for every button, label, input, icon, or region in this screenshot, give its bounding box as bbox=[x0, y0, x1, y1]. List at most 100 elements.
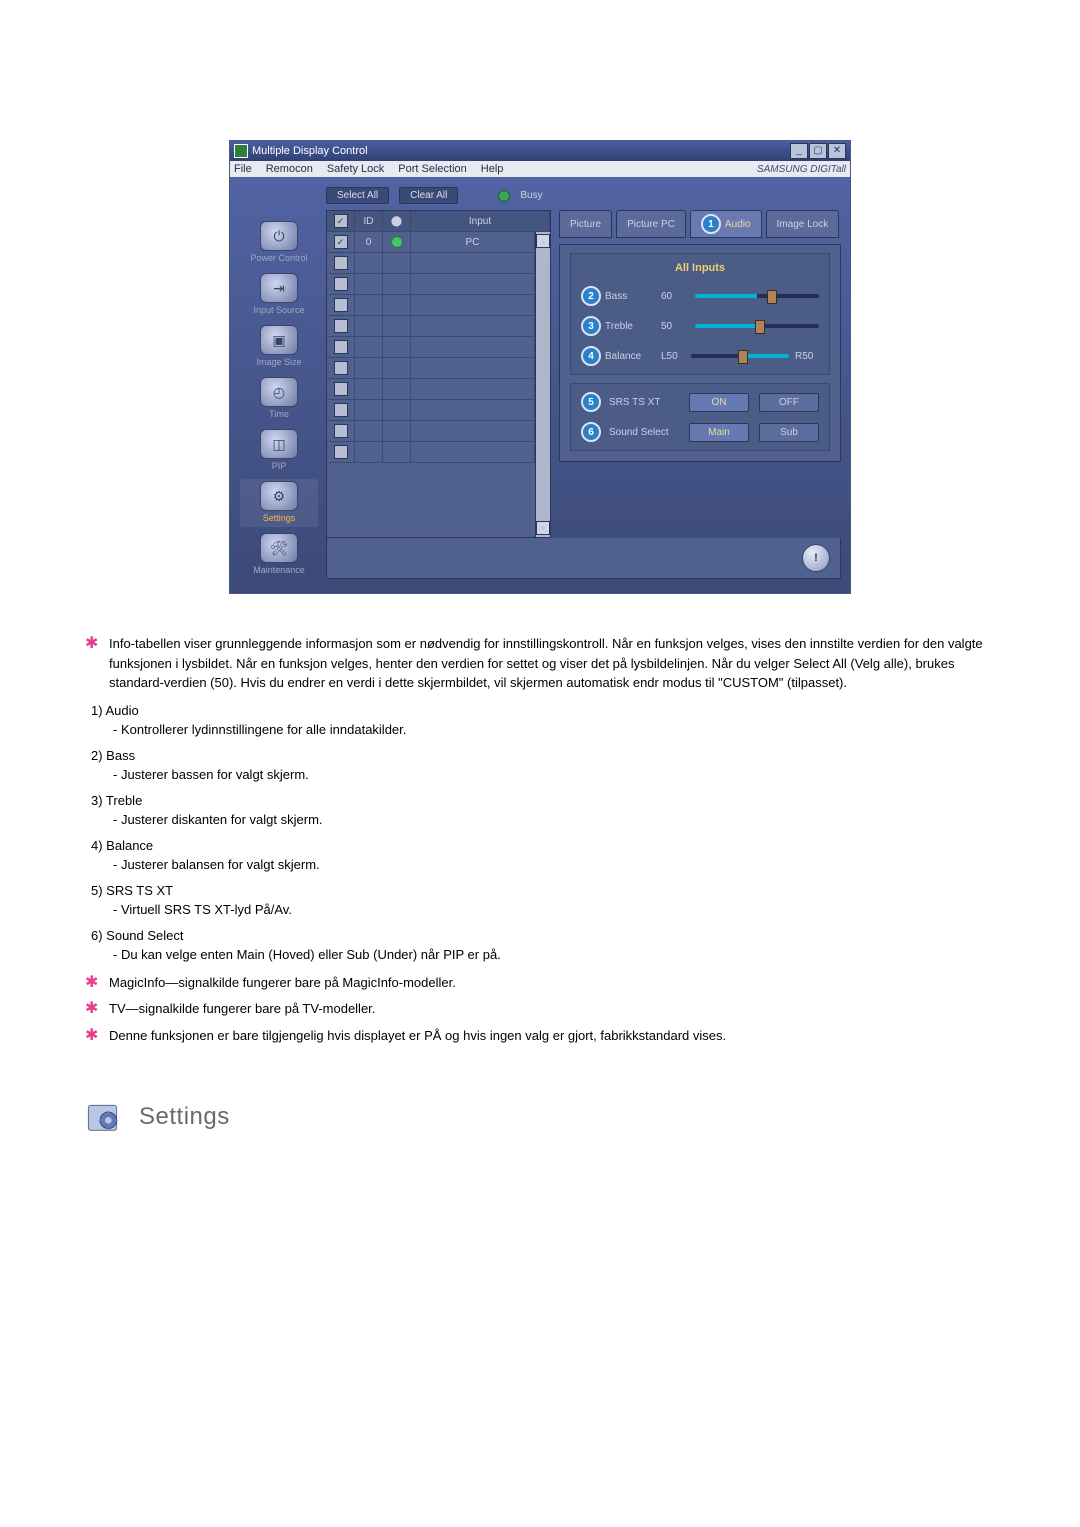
row-input bbox=[411, 421, 535, 442]
tab-picture[interactable]: Picture bbox=[559, 210, 612, 238]
menu-port-selection[interactable]: Port Selection bbox=[398, 163, 466, 175]
col-check bbox=[327, 211, 355, 232]
row-checkbox[interactable] bbox=[334, 277, 348, 291]
row-input bbox=[411, 274, 535, 295]
notes-section: ✱ Info-tabellen viser grunnleggende info… bbox=[85, 634, 995, 1047]
menu-help[interactable]: Help bbox=[481, 163, 504, 175]
row-checkbox[interactable] bbox=[334, 235, 348, 249]
table-row[interactable] bbox=[327, 316, 535, 337]
window-title: Multiple Display Control bbox=[252, 145, 368, 157]
busy-indicator-icon bbox=[498, 190, 510, 202]
pip-icon: ◫ bbox=[260, 429, 298, 459]
footnote-text: MagicInfo—signalkilde fungerer bare på M… bbox=[109, 973, 456, 994]
row-input bbox=[411, 442, 535, 463]
footnote-text: TV—signalkilde fungerer bare på TV-model… bbox=[109, 999, 375, 1020]
status-bar: ! bbox=[326, 538, 841, 579]
table-row[interactable] bbox=[327, 358, 535, 379]
row-checkbox[interactable] bbox=[334, 319, 348, 333]
row-checkbox[interactable] bbox=[334, 256, 348, 270]
treble-slider[interactable] bbox=[695, 324, 819, 328]
row-checkbox[interactable] bbox=[334, 424, 348, 438]
wrench-icon: 🛠 bbox=[260, 533, 298, 563]
row-checkbox[interactable] bbox=[334, 403, 348, 417]
settings-title: Settings bbox=[139, 1103, 230, 1131]
table-row[interactable] bbox=[327, 295, 535, 316]
sidebar-item-power-control[interactable]: ⏻ Power Control bbox=[240, 219, 318, 267]
list-item-title: 5) SRS TS XT bbox=[91, 881, 995, 901]
sidebar-item-label: Image Size bbox=[256, 357, 301, 367]
app-window: Multiple Display Control _ ▢ ✕ File Remo… bbox=[229, 140, 851, 594]
row-input bbox=[411, 316, 535, 337]
check-all[interactable] bbox=[334, 214, 348, 228]
row-id bbox=[355, 337, 383, 358]
select-all-button[interactable]: Select All bbox=[326, 187, 389, 204]
sidebar-item-time[interactable]: ◴ Time bbox=[240, 375, 318, 423]
gear-icon: ⚙ bbox=[260, 481, 298, 511]
table-row[interactable] bbox=[327, 400, 535, 421]
all-inputs-title: All Inputs bbox=[581, 262, 819, 274]
balance-slider[interactable] bbox=[691, 354, 789, 358]
row-id bbox=[355, 358, 383, 379]
clear-all-button[interactable]: Clear All bbox=[399, 187, 458, 204]
sidebar-item-label: Time bbox=[269, 409, 289, 419]
list-item: 4) Balance- Justerer balansen for valgt … bbox=[91, 836, 995, 875]
scroll-down-icon[interactable]: ▼ bbox=[536, 521, 550, 535]
sound-main-button[interactable]: Main bbox=[689, 423, 749, 442]
table-row[interactable]: 0PC bbox=[327, 232, 535, 253]
callout-4-icon: 4 bbox=[581, 346, 601, 366]
row-checkbox[interactable] bbox=[334, 298, 348, 312]
table-row[interactable] bbox=[327, 253, 535, 274]
sidebar-item-label: Input Source bbox=[253, 305, 304, 315]
scroll-up-icon[interactable]: ▲ bbox=[536, 234, 550, 248]
sidebar-item-image-size[interactable]: ▣ Image Size bbox=[240, 323, 318, 371]
scrollbar[interactable]: ▲ ▼ bbox=[535, 232, 550, 537]
list-item-desc: - Justerer diskanten for valgt skjerm. bbox=[113, 810, 995, 830]
callout-2-icon: 2 bbox=[581, 286, 601, 306]
display-grid: ID ⬤ Input 0PC ▲ ▼ bbox=[326, 210, 551, 538]
row-id bbox=[355, 421, 383, 442]
power-icon: ⏻ bbox=[260, 221, 298, 251]
row-checkbox[interactable] bbox=[334, 340, 348, 354]
close-button[interactable]: ✕ bbox=[828, 143, 846, 159]
row-id bbox=[355, 253, 383, 274]
row-checkbox[interactable] bbox=[334, 361, 348, 375]
list-item-title: 2) Bass bbox=[91, 746, 995, 766]
minimize-button[interactable]: _ bbox=[790, 143, 808, 159]
row-id: 0 bbox=[355, 232, 383, 253]
menu-safety-lock[interactable]: Safety Lock bbox=[327, 163, 384, 175]
footnote: ✱TV—signalkilde fungerer bare på TV-mode… bbox=[85, 999, 995, 1020]
sidebar-item-pip[interactable]: ◫ PIP bbox=[240, 427, 318, 475]
row-input bbox=[411, 400, 535, 421]
srs-on-button[interactable]: ON bbox=[689, 393, 749, 412]
menu-remocon[interactable]: Remocon bbox=[266, 163, 313, 175]
srs-off-button[interactable]: OFF bbox=[759, 393, 819, 412]
menu-file[interactable]: File bbox=[234, 163, 252, 175]
bass-slider[interactable] bbox=[695, 294, 819, 298]
table-row[interactable] bbox=[327, 379, 535, 400]
table-row[interactable] bbox=[327, 274, 535, 295]
list-item-title: 1) Audio bbox=[91, 701, 995, 721]
list-item: 3) Treble- Justerer diskanten for valgt … bbox=[91, 791, 995, 830]
row-id bbox=[355, 295, 383, 316]
row-id bbox=[355, 400, 383, 421]
brand-label: SAMSUNG DIGITall bbox=[757, 164, 846, 175]
tab-audio-label: Audio bbox=[725, 219, 751, 230]
table-row[interactable] bbox=[327, 442, 535, 463]
info-icon[interactable]: ! bbox=[802, 544, 830, 572]
table-row[interactable] bbox=[327, 421, 535, 442]
sound-sub-button[interactable]: Sub bbox=[759, 423, 819, 442]
sidebar-item-settings[interactable]: ⚙ Settings bbox=[240, 479, 318, 527]
list-item-desc: - Du kan velge enten Main (Hoved) eller … bbox=[113, 945, 995, 965]
maximize-button[interactable]: ▢ bbox=[809, 143, 827, 159]
sidebar: ⏻ Power Control ⇥ Input Source ▣ Image S… bbox=[240, 187, 318, 579]
sidebar-item-label: Maintenance bbox=[253, 565, 305, 575]
table-row[interactable] bbox=[327, 337, 535, 358]
row-checkbox[interactable] bbox=[334, 445, 348, 459]
tab-audio[interactable]: 1 Audio bbox=[690, 210, 762, 238]
row-checkbox[interactable] bbox=[334, 382, 348, 396]
tab-image-lock[interactable]: Image Lock bbox=[766, 210, 840, 238]
sidebar-item-maintenance[interactable]: 🛠 Maintenance bbox=[240, 531, 318, 579]
footnote: ✱MagicInfo—signalkilde fungerer bare på … bbox=[85, 973, 995, 994]
tab-picture-pc[interactable]: Picture PC bbox=[616, 210, 686, 238]
sidebar-item-input-source[interactable]: ⇥ Input Source bbox=[240, 271, 318, 319]
